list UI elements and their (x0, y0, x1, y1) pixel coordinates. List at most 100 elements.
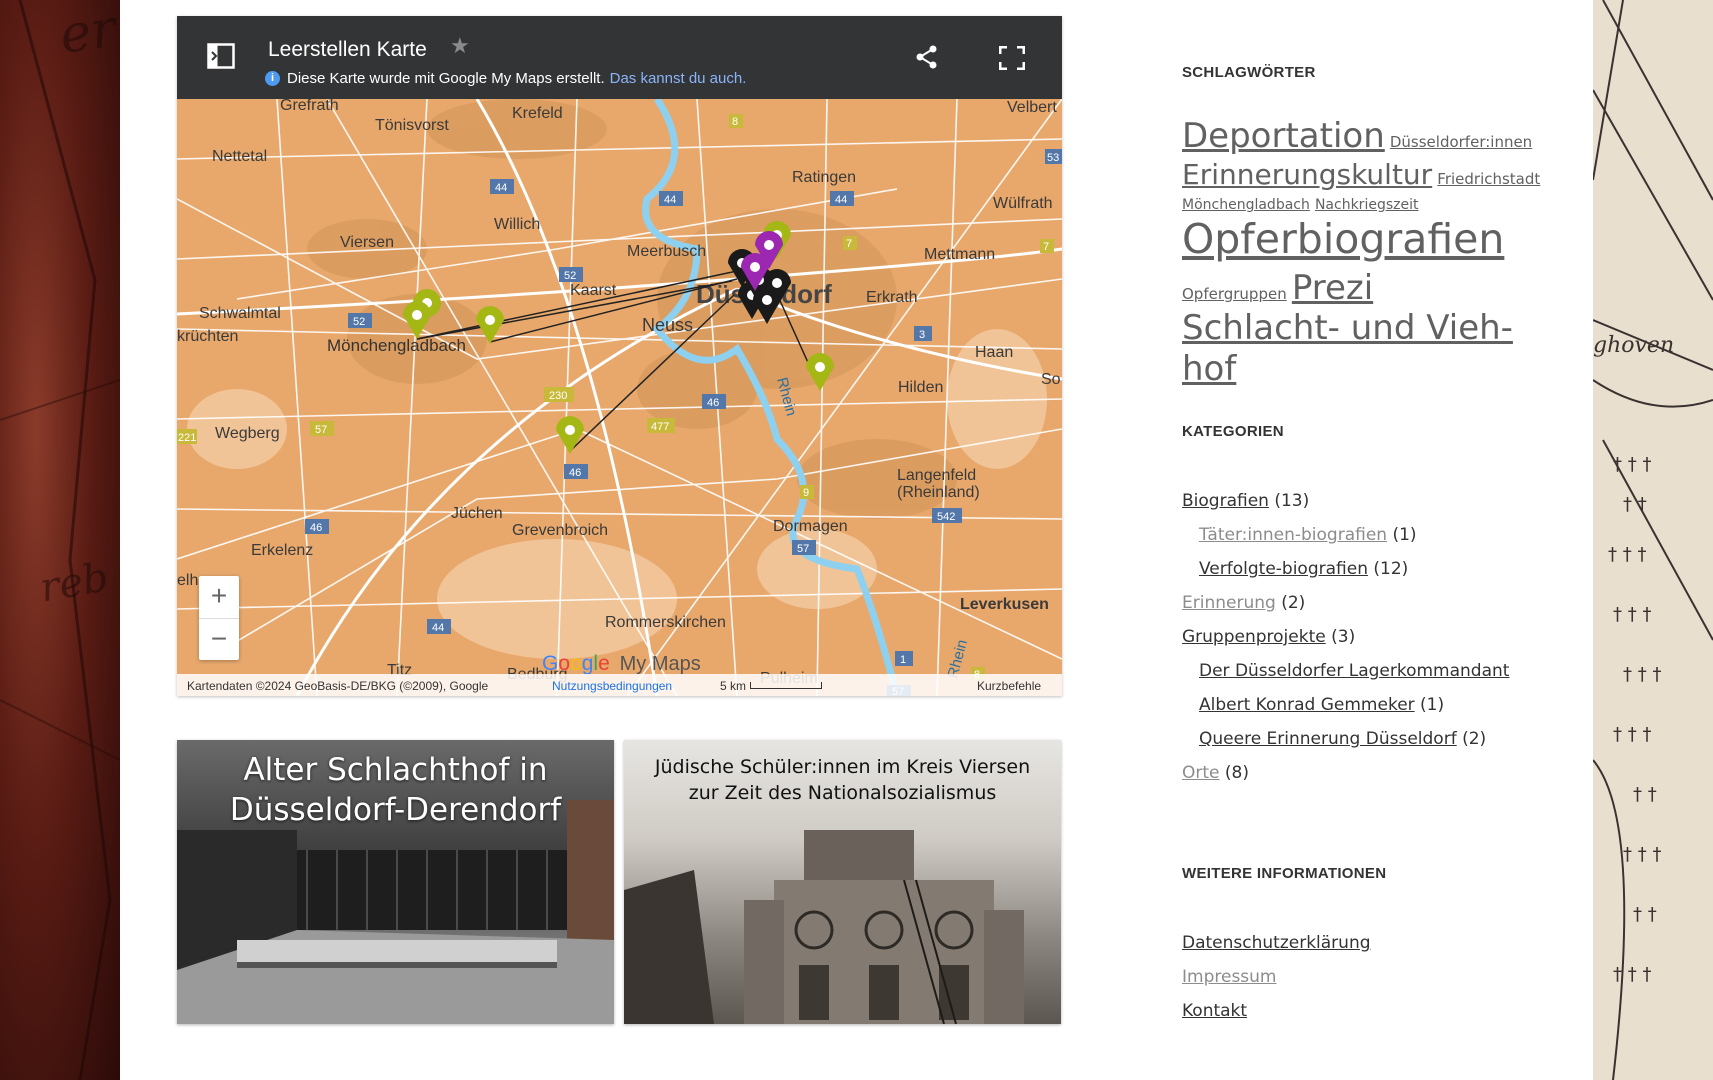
map-attribution: Kartendaten ©2024 GeoBasis-DE/BKG (©2009… (187, 679, 489, 693)
road-shield-label: 57 (315, 424, 327, 436)
map-city-label: Neuss (642, 315, 693, 335)
category-link[interactable]: Biografien (1182, 491, 1269, 511)
thumbnail-title-line: Alter Schlachthof in (243, 752, 548, 788)
map-city-label: So (1041, 371, 1061, 388)
category-link[interactable]: Der Düsseldorfer Lagerkommandant (1199, 661, 1509, 681)
my-maps-label: My Maps (619, 653, 701, 675)
road-shield-label: 44 (495, 182, 507, 194)
road-shield-label: 46 (707, 397, 719, 409)
shortcuts-link[interactable]: Kurzbefehle (977, 679, 1041, 693)
category-link[interactable]: Gruppenprojekte (1182, 627, 1326, 647)
map-city-label: Wegberg (215, 425, 280, 442)
svg-text:† † †: † † † (1613, 604, 1651, 625)
map-info: i Diese Karte wurde mit Google My Maps e… (265, 70, 746, 87)
category-count: (13) (1274, 491, 1310, 511)
terms-link[interactable]: Nutzungsbedingungen (552, 679, 672, 693)
category-count: (8) (1224, 763, 1249, 783)
category-count: (12) (1373, 559, 1409, 579)
post-thumbnail-juedische-schueler[interactable]: Jüdische Schüler:innen im Kreis Viersen … (624, 740, 1061, 1024)
road-shield-label: 477 (651, 421, 669, 433)
share-icon[interactable] (914, 44, 940, 70)
map-city-label: Erkrath (866, 289, 918, 306)
privacy-link[interactable]: Datenschutzerklärung (1182, 933, 1371, 953)
svg-text:† † †: † † † (1623, 844, 1661, 865)
map-city-label: Jüchen (451, 505, 503, 522)
map-city-label: Tönisvorst (375, 117, 449, 134)
map-city-label: Mettmann (924, 246, 995, 263)
category-link[interactable]: Verfolgte-biografien (1199, 559, 1368, 579)
tag-link[interactable]: hof (1182, 349, 1236, 389)
svg-text:† † †: † † † (1613, 724, 1651, 745)
imprint-link[interactable]: Impressum (1182, 967, 1277, 987)
road-shield-label: 542 (937, 511, 955, 523)
road-shield-label: 1 (900, 654, 906, 666)
svg-text:ghoven: ghoven (1593, 333, 1674, 358)
road-shield-label: 9 (803, 487, 809, 499)
tag-link[interactable]: Opfergruppen (1182, 285, 1287, 303)
category-item: Queere Erinnerung Düsseldorf (2) (1182, 722, 1562, 756)
more-info-list: Datenschutzerklärung Impressum Kontakt (1182, 926, 1562, 1028)
map-canvas[interactable]: Grefrath Krefeld Velbert Tönisvorst Nett… (177, 99, 1062, 696)
star-icon[interactable]: ★ (450, 34, 470, 59)
post-thumbnail-schlachthof[interactable]: Alter Schlachthof in Düsseldorf-Derendor… (177, 740, 614, 1024)
tag-link[interactable]: Erinnerungskultur (1182, 158, 1432, 191)
map-city-label: Willich (494, 216, 540, 233)
tag-link[interactable]: Opferbiografien (1182, 215, 1504, 263)
svg-text:† †: † † (1623, 494, 1647, 515)
zoom-in-button[interactable]: + (199, 576, 239, 618)
zoom-out-button[interactable]: − (199, 619, 239, 661)
background-left-map-image: erg reb (0, 0, 120, 1080)
map-city-label: Schwalmtal (199, 305, 281, 322)
contact-link[interactable]: Kontakt (1182, 1001, 1247, 1021)
more-info-widget-title: Weitere Informationen (1182, 865, 1387, 882)
map-city-label: Grefrath (280, 99, 339, 114)
category-link[interactable]: Erinnerung (1182, 593, 1276, 613)
map-embed[interactable]: Leerstellen Karte ★ i Diese Karte wurde … (177, 16, 1062, 696)
category-link[interactable]: Queere Erinnerung Düsseldorf (1199, 729, 1457, 749)
map-city-label: krüchten (177, 328, 238, 345)
svg-text:† † †: † † † (1613, 454, 1651, 475)
tag-link[interactable]: Schlacht- und Vieh- (1182, 308, 1513, 348)
content-area: Leerstellen Karte ★ i Diese Karte wurde … (120, 0, 1593, 1080)
background-right-map-image: † † † † † † † † † † † † † † † † † † † † † † … (1593, 0, 1713, 1080)
category-link[interactable]: Albert Konrad Gemmeker (1199, 695, 1415, 715)
category-count: (1) (1392, 525, 1417, 545)
map-city-label: Dormagen (773, 518, 848, 535)
map-city-label: Mönchengladbach (327, 336, 466, 355)
tag-link[interactable]: Friedrichstadt (1437, 170, 1540, 188)
map-city-label: Haan (975, 344, 1013, 361)
tag-link[interactable]: Düsseldorfer:innen (1390, 133, 1532, 151)
road-shield-label: 44 (664, 194, 676, 206)
map-footer: Kartendaten ©2024 GeoBasis-DE/BKG (©2009… (177, 674, 1062, 696)
category-item: Orte (8) (1182, 756, 1562, 790)
tag-link[interactable]: Nachkriegszeit (1315, 197, 1419, 213)
category-item: Albert Konrad Gemmeker (1) (1182, 688, 1562, 722)
map-info-link[interactable]: Das kannst du auch. (610, 70, 747, 87)
category-link[interactable]: Täter:innen-biografien (1199, 525, 1387, 545)
map-city-label: Velbert (1007, 99, 1057, 116)
road-shield-label: 46 (569, 467, 581, 479)
tag-link[interactable]: Prezi (1292, 268, 1373, 308)
tag-link[interactable]: Mönchengladbach (1182, 197, 1310, 213)
fullscreen-icon[interactable] (999, 46, 1025, 70)
category-link[interactable]: Orte (1182, 763, 1220, 783)
map-city-label: Rommerskirchen (605, 614, 726, 631)
map-legend-toggle-icon[interactable] (207, 43, 235, 69)
tags-widget-title: Schlagwörter (1182, 64, 1316, 81)
svg-text:† † †: † † † (1623, 664, 1661, 685)
map-city-label: Ratingen (792, 169, 856, 186)
map-title: Leerstellen Karte (268, 38, 427, 61)
thumbnail-title-line: Düsseldorf-Derendorf (229, 792, 562, 828)
svg-text:† †: † † (1633, 784, 1657, 805)
map-city-label: (Rheinland) (897, 484, 980, 501)
road-shield-label: 221 (178, 432, 196, 444)
category-list: Biografien (13) Täter:innen-biografien (… (1182, 484, 1562, 790)
category-item: Verfolgte-biografien (12) (1182, 552, 1562, 586)
tag-link[interactable]: Deportation (1182, 116, 1385, 156)
map-header: Leerstellen Karte ★ i Diese Karte wurde … (177, 16, 1062, 99)
svg-text:† †: † † (1633, 904, 1657, 925)
category-item: Biografien (13) (1182, 484, 1562, 518)
category-item: Gruppenprojekte (3) (1182, 620, 1562, 654)
category-count: (2) (1281, 593, 1306, 613)
map-zoom-controls: + − (199, 576, 239, 660)
